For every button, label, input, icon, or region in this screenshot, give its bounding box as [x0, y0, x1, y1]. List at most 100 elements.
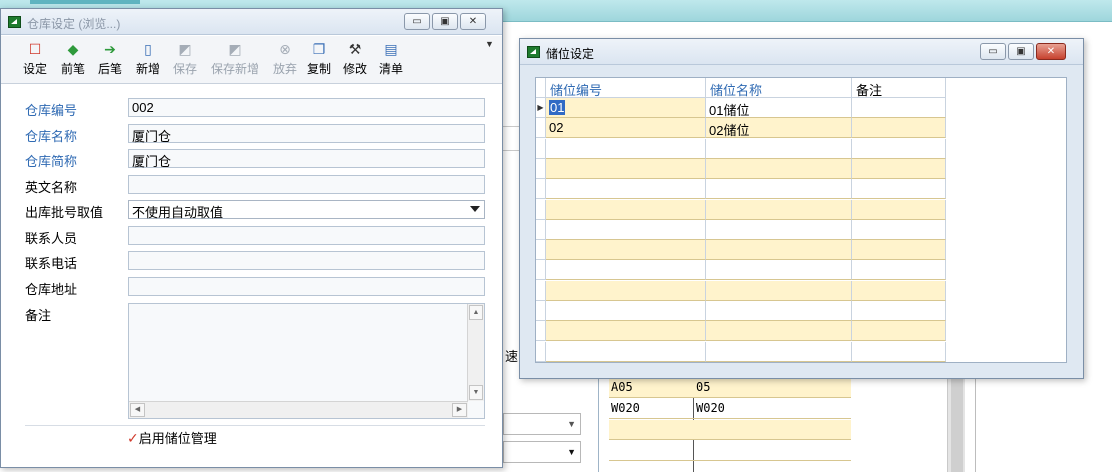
scroll-left-icon[interactable]: ◀ — [130, 403, 145, 417]
table-cell[interactable] — [546, 240, 706, 261]
table-row[interactable] — [536, 219, 946, 240]
column-header[interactable]: 备注 — [852, 78, 946, 98]
table-cell[interactable] — [852, 321, 946, 342]
memo-vertical-scrollbar[interactable]: ▲ ▼ — [467, 304, 484, 401]
table-cell[interactable] — [546, 158, 706, 179]
toolbar-overflow-icon[interactable]: ▼ — [485, 39, 494, 49]
table-cell[interactable] — [852, 98, 946, 118]
field-input[interactable]: 002 — [128, 98, 485, 117]
table-row[interactable] — [536, 341, 946, 362]
table-cell[interactable] — [852, 240, 946, 261]
maximize-button[interactable]: ▣ — [1008, 43, 1034, 60]
table-row[interactable] — [536, 280, 946, 301]
table-cell[interactable] — [706, 219, 852, 240]
memo-horizontal-scrollbar[interactable]: ◀ ▶ — [129, 401, 468, 418]
table-cell[interactable] — [706, 280, 852, 301]
column-header[interactable]: 储位名称 — [706, 78, 852, 98]
close-button[interactable]: ✕ — [460, 13, 486, 30]
table-cell[interactable] — [546, 219, 706, 240]
window-titlebar[interactable]: 储位设定 ▭ ▣ ✕ — [520, 39, 1083, 65]
close-icon: ✕ — [1046, 46, 1056, 57]
table-cell[interactable] — [852, 219, 946, 240]
table-row[interactable] — [536, 199, 946, 220]
memo-textarea[interactable]: ▲ ▼ ◀ ▶ — [128, 303, 485, 419]
maximize-icon: ▣ — [1016, 46, 1026, 57]
table-cell[interactable] — [706, 179, 852, 200]
table-cell[interactable] — [852, 341, 946, 362]
table-cell[interactable] — [852, 158, 946, 179]
table-row[interactable] — [536, 321, 946, 342]
toolbar-button-save-new[interactable]: ◩ 保存新增 — [207, 40, 263, 77]
scroll-up-icon[interactable]: ▲ — [469, 305, 483, 320]
table-cell[interactable] — [852, 199, 946, 220]
field-input[interactable] — [128, 251, 485, 270]
chevron-down-icon[interactable] — [470, 206, 480, 212]
table-cell[interactable] — [706, 321, 852, 342]
close-icon: ✕ — [468, 16, 478, 27]
batch-value-select[interactable]: 不使用自动取值 — [128, 200, 485, 220]
table-cell[interactable] — [546, 301, 706, 321]
bg-divider — [503, 150, 519, 151]
table-cell[interactable] — [706, 240, 852, 261]
table-cell[interactable] — [546, 341, 706, 362]
window-titlebar[interactable]: 仓库设定 (浏览...) ▭ ▣ ✕ — [1, 9, 502, 35]
table-cell[interactable] — [706, 341, 852, 362]
table-cell[interactable] — [706, 260, 852, 281]
field-label: 英文名称 — [25, 179, 78, 195]
field-label: 联系电话 — [25, 256, 78, 271]
field-input[interactable] — [128, 225, 485, 245]
table-cell[interactable] — [706, 158, 852, 179]
table-cell[interactable] — [852, 138, 946, 159]
scrollbar-thumb[interactable] — [951, 378, 963, 472]
table-cell[interactable] — [546, 321, 706, 342]
toolbar-button-list[interactable]: ▤ 清单 — [369, 40, 413, 77]
table-row[interactable] — [536, 301, 946, 321]
background-scrollbar[interactable] — [947, 378, 965, 472]
table-row[interactable]: ▶ 01 01储位 — [536, 98, 946, 118]
table-cell[interactable] — [852, 301, 946, 321]
table-row[interactable]: 02 02储位 — [536, 118, 946, 139]
table-cell[interactable] — [546, 138, 706, 159]
field-value: 不使用自动取值 — [132, 205, 224, 220]
close-button[interactable]: ✕ — [1036, 43, 1066, 60]
table-row[interactable] — [536, 179, 946, 200]
table-row[interactable] — [536, 260, 946, 281]
table-cell[interactable] — [546, 260, 706, 281]
table-cell[interactable] — [852, 280, 946, 301]
table-cell[interactable] — [546, 280, 706, 301]
table-cell[interactable] — [852, 260, 946, 281]
table-cell[interactable] — [852, 118, 946, 139]
field-input[interactable] — [128, 276, 485, 296]
enable-bin-checkbox[interactable]: ✓启用储位管理 — [127, 428, 217, 447]
table-cell[interactable] — [706, 138, 852, 159]
table-row[interactable] — [536, 158, 946, 179]
table-cell[interactable]: 02储位 — [706, 118, 852, 139]
table-row[interactable] — [536, 138, 946, 159]
table-cell[interactable] — [546, 199, 706, 220]
field-input[interactable]: 厦门仓 — [128, 123, 485, 144]
column-header[interactable]: 储位编号 — [546, 78, 706, 98]
table-cell[interactable] — [706, 301, 852, 321]
toolbar-button-save[interactable]: ◩ 保存 — [163, 40, 207, 77]
field-input[interactable]: 厦门仓 — [128, 149, 485, 169]
table-row: A05 05 — [609, 378, 851, 398]
background-grid: A05 05 W020 W020 — [598, 378, 854, 472]
minimize-button[interactable]: ▭ — [404, 13, 430, 30]
table-row[interactable] — [536, 240, 946, 261]
table-cell[interactable] — [852, 179, 946, 200]
memo-label: 备注 — [25, 308, 52, 323]
table-cell[interactable] — [706, 199, 852, 220]
minimize-button[interactable]: ▭ — [980, 43, 1006, 60]
scroll-down-icon[interactable]: ▼ — [469, 385, 483, 400]
scroll-right-icon[interactable]: ▶ — [452, 403, 467, 417]
table-cell[interactable]: 02 — [546, 118, 706, 139]
field-input[interactable] — [128, 174, 485, 194]
bg-divider — [503, 126, 519, 127]
table-cell[interactable]: 01 — [546, 98, 706, 118]
table-cell[interactable] — [546, 179, 706, 200]
bg-combo-2[interactable]: ▼ — [503, 441, 581, 463]
bg-combo-1[interactable]: ▼ — [503, 413, 581, 435]
maximize-button[interactable]: ▣ — [432, 13, 458, 30]
table-cell[interactable]: 01储位 — [706, 98, 852, 118]
row-indicator: ▶ — [536, 98, 546, 118]
